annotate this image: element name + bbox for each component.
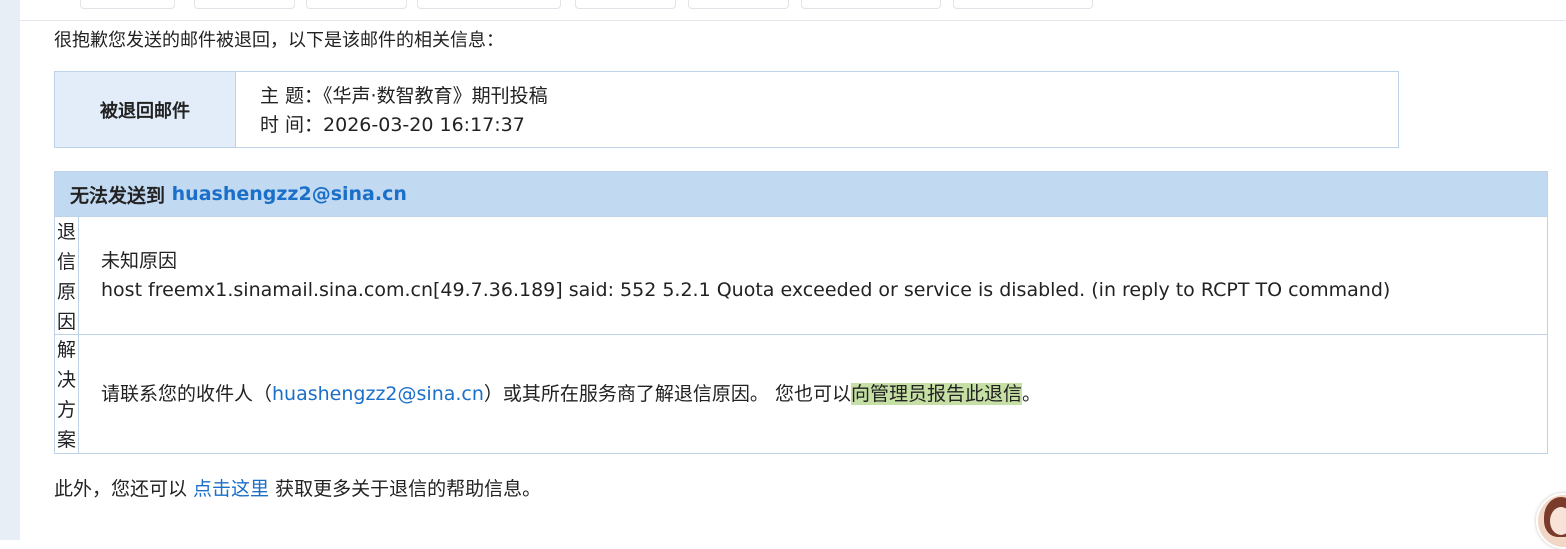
help-link[interactable]: 点击这里: [193, 478, 269, 500]
reason-label-char: 原: [56, 281, 76, 303]
left-sidebar-strip: [0, 0, 20, 540]
reason-label-char: 信: [56, 251, 76, 273]
failure-header-prefix: 无法发送到: [70, 184, 166, 207]
footer-prefix: 此外，您还可以: [54, 478, 194, 500]
subject-line: 主 题：《华声·数智教育》期刊投稿: [260, 82, 548, 111]
solution-label: 解 决 方 案: [55, 335, 79, 453]
subject-value: 《华声·数智教育》期刊投稿: [323, 85, 548, 107]
reason-label: 退 信 原 因: [55, 217, 79, 334]
assistant-avatar[interactable]: [1536, 493, 1566, 549]
toolbar-button[interactable]: [306, 0, 407, 9]
toolbar-button[interactable]: [575, 0, 676, 9]
reason-row: 退 信 原 因 未知原因 host freemx1.sinamail.sina.…: [55, 217, 1547, 335]
subject-label: 主 题：: [260, 85, 324, 107]
solution-label-char: 方: [56, 399, 76, 421]
mail-toolbar: [20, 0, 1566, 21]
report-bounce-link[interactable]: 向管理员报告此退信: [850, 382, 1022, 405]
solution-label-char: 决: [56, 369, 76, 391]
failure-header: 无法发送到 huashengzz2@sina.cn: [55, 172, 1547, 217]
solution-suffix: 。: [1021, 382, 1041, 405]
bounce-intro-text: 很抱歉您发送的邮件被退回，以下是该邮件的相关信息：: [54, 30, 504, 51]
bounced-mail-info: 被退回邮件 主 题：《华声·数智教育》期刊投稿 时 间：2026-03-20 1…: [54, 71, 1399, 148]
solution-middle: ）或其所在服务商了解退信原因。 您也可以: [483, 382, 851, 405]
solution-email-link[interactable]: huashengzz2@sina.cn: [272, 383, 484, 405]
reason-label-char: 退: [56, 221, 76, 243]
toolbar-button[interactable]: [80, 0, 175, 9]
reason-content: 未知原因 host freemx1.sinamail.sina.com.cn[4…: [79, 217, 1390, 334]
toolbar-button[interactable]: [801, 0, 941, 9]
avatar-face-icon: [1550, 507, 1566, 535]
toolbar-button[interactable]: [688, 0, 789, 9]
solution-label-char: 案: [56, 429, 76, 451]
delivery-failure-table: 无法发送到 huashengzz2@sina.cn 退 信 原 因 未知原因 h…: [54, 171, 1548, 454]
recipient-email: huashengzz2@sina.cn: [171, 183, 407, 205]
time-label: 时 间：: [260, 114, 324, 136]
help-footer: 此外，您还可以 点击这里 获取更多关于退信的帮助信息。: [54, 475, 541, 503]
reason-title: 未知原因: [101, 249, 178, 272]
solution-content: 请联系您的收件人（huashengzz2@sina.cn）或其所在服务商了解退信…: [79, 335, 1041, 453]
solution-text: 请联系您的收件人（huashengzz2@sina.cn）或其所在服务商了解退信…: [101, 380, 1041, 409]
solution-row: 解 决 方 案 请联系您的收件人（huashengzz2@sina.cn）或其所…: [55, 335, 1547, 453]
time-value: 2026-03-20 16:17:37: [323, 114, 525, 136]
time-line: 时 间：2026-03-20 16:17:37: [260, 111, 548, 140]
toolbar-button[interactable]: [417, 0, 561, 9]
reason-label-char: 因: [56, 311, 76, 333]
solution-label-char: 解: [56, 339, 76, 361]
reason-detail: host freemx1.sinamail.sina.com.cn[49.7.3…: [101, 278, 1391, 301]
toolbar-button[interactable]: [953, 0, 1093, 9]
bounced-mail-label: 被退回邮件: [55, 72, 236, 147]
bounced-mail-meta: 主 题：《华声·数智教育》期刊投稿 时 间：2026-03-20 16:17:3…: [236, 72, 548, 147]
footer-suffix: 获取更多关于退信的帮助信息。: [269, 478, 542, 500]
toolbar-button[interactable]: [194, 0, 295, 9]
solution-prefix: 请联系您的收件人（: [101, 382, 273, 405]
